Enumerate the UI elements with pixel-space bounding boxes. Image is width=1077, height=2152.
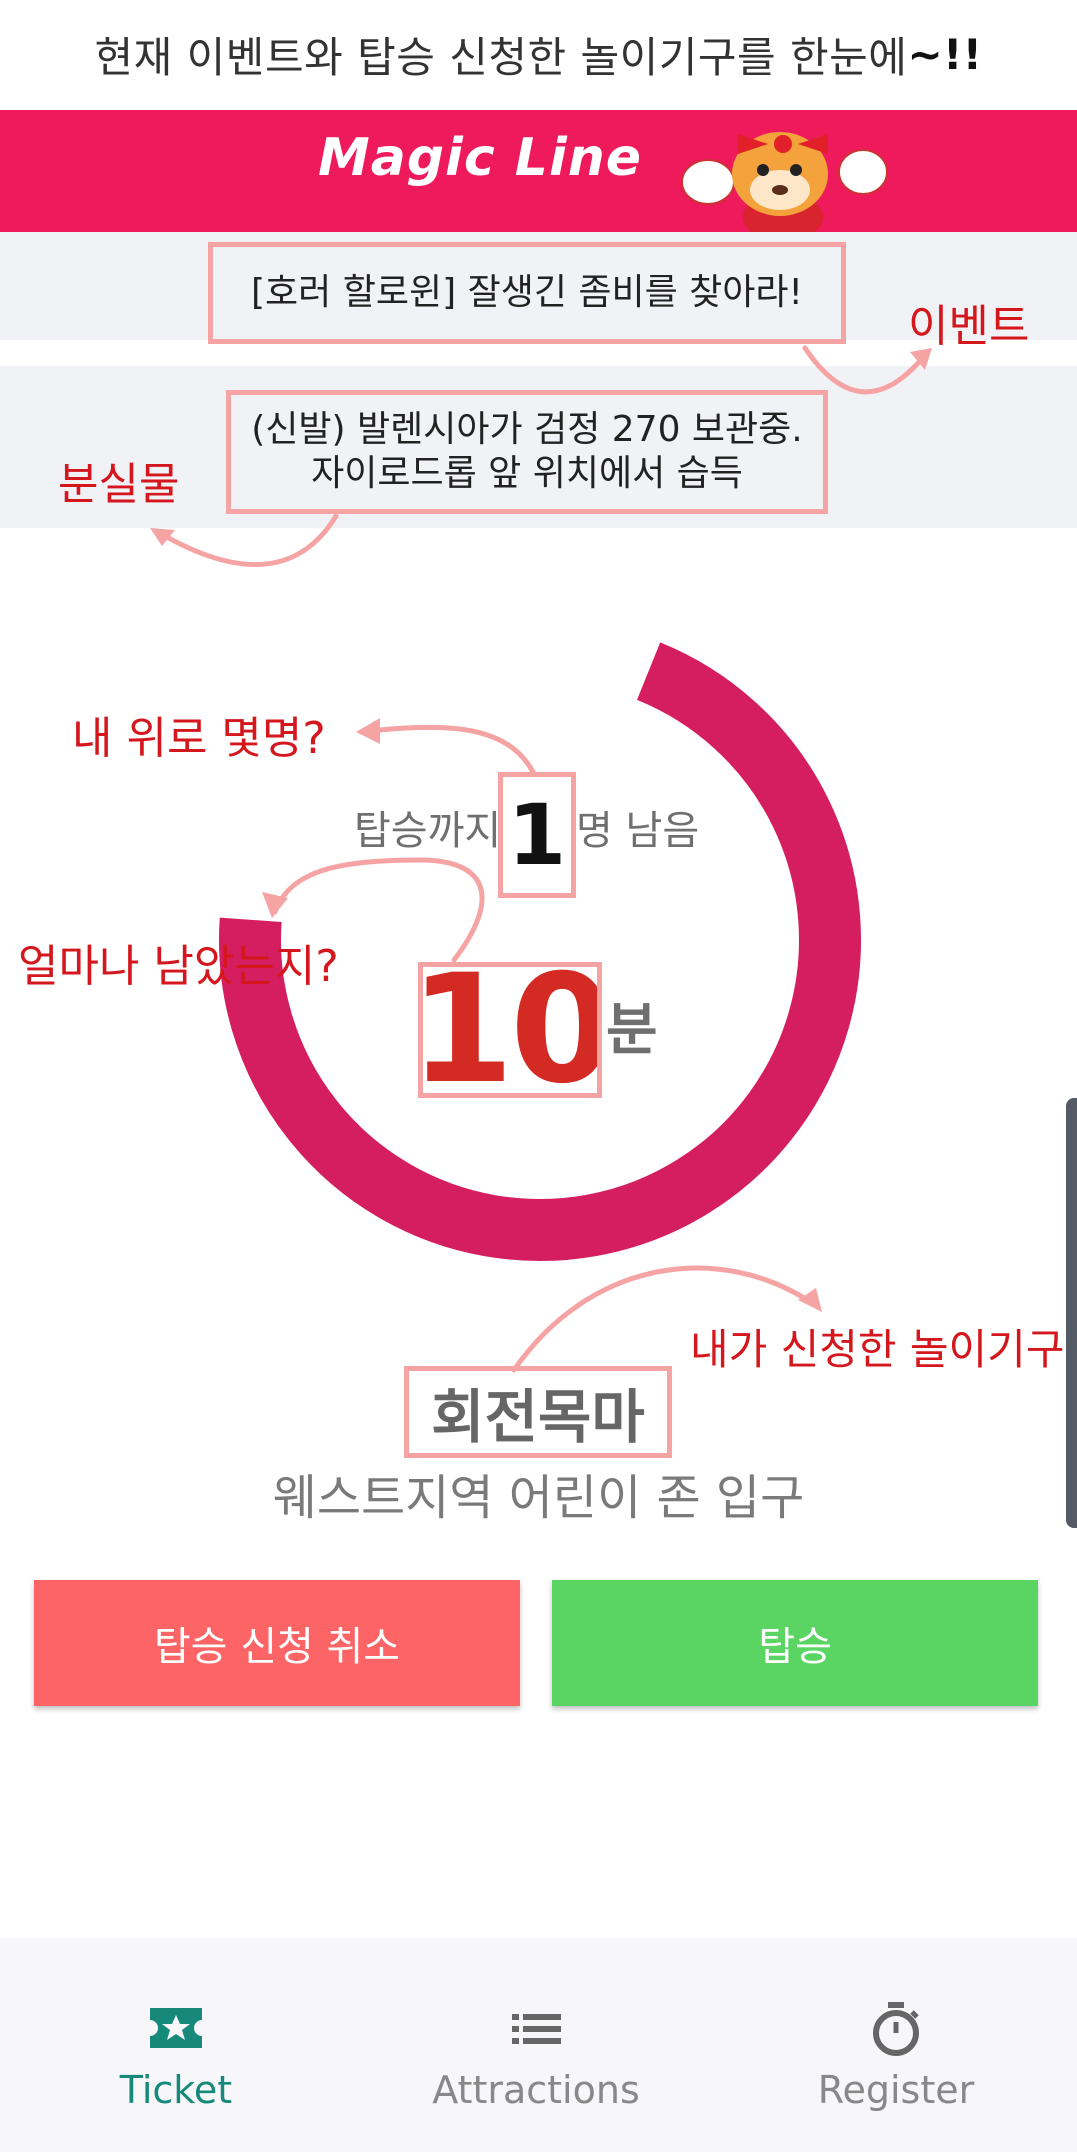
remaining-count: 1 bbox=[507, 786, 567, 884]
lost-item-line1: (신발) 발렌시아가 검정 270 보관중. bbox=[251, 409, 803, 450]
remaining-count-box: 1 bbox=[498, 772, 576, 898]
event-banner[interactable]: [호러 할로윈] 잘생긴 좀비를 찾아라! bbox=[208, 242, 846, 344]
lost-item-banner[interactable]: (신발) 발렌시아가 검정 270 보관중. 자이로드롭 앞 위치에서 습득 bbox=[226, 390, 828, 514]
mascot-icon bbox=[681, 132, 888, 234]
remaining-suffix: 명 남음 bbox=[576, 808, 700, 854]
top-caption-emphasis: ~!! bbox=[907, 29, 983, 79]
ride-annotation: 내가 신청한 놀이기구 bbox=[690, 1325, 1065, 1374]
nav-ticket[interactable]: Ticket bbox=[26, 1938, 326, 2152]
ride-location: 웨스트지역 어린이 존 입구 bbox=[272, 1470, 805, 1526]
top-caption-text: 현재 이벤트와 탑승 신청한 놀이기구를 한눈에 bbox=[94, 32, 908, 82]
nav-register-label: Register bbox=[817, 2068, 975, 2112]
ticket-star-icon bbox=[150, 2008, 202, 2048]
nav-register[interactable]: Register bbox=[746, 1938, 1046, 2152]
cancel-boarding-button[interactable]: 탑승 신청 취소 bbox=[34, 1580, 520, 1706]
wait-minutes: 10 bbox=[418, 962, 602, 1098]
count-annotation: 내 위로 몇명? bbox=[72, 713, 326, 764]
list-icon bbox=[512, 2014, 561, 2044]
wait-minutes-unit: 분 bbox=[606, 998, 658, 1063]
nav-attractions-label: Attractions bbox=[432, 2068, 640, 2112]
minutes-annotation: 얼마나 남았는지? bbox=[18, 941, 339, 992]
nav-ticket-label: Ticket bbox=[119, 2068, 233, 2112]
lost-item-annotation: 분실물 bbox=[58, 459, 180, 510]
wait-minutes-box: 10 bbox=[418, 962, 602, 1098]
stopwatch-icon bbox=[873, 2002, 919, 2056]
side-scroll-handle[interactable] bbox=[1066, 1098, 1077, 1528]
ride-name-box: 회전목마 bbox=[404, 1366, 672, 1458]
lost-item-line2: 자이로드롭 앞 위치에서 습득 bbox=[311, 453, 743, 494]
remaining-prefix: 탑승까지 bbox=[354, 808, 502, 854]
app-logo-text: Magic Line bbox=[318, 128, 643, 188]
board-button[interactable]: 탑승 bbox=[552, 1580, 1038, 1706]
top-caption: 현재 이벤트와 탑승 신청한 놀이기구를 한눈에 ~!! bbox=[0, 0, 1077, 108]
bottom-navigation: Ticket Attractions Register bbox=[0, 1938, 1077, 2152]
ride-name: 회전목마 bbox=[431, 1383, 645, 1451]
event-text: [호러 할로윈] 잘생긴 좀비를 찾아라! bbox=[251, 272, 803, 313]
event-annotation: 이벤트 bbox=[908, 301, 1030, 352]
nav-attractions[interactable]: Attractions bbox=[386, 1938, 686, 2152]
